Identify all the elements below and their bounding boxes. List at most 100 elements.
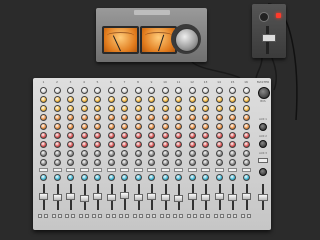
gain-knob[interactable] xyxy=(202,87,209,94)
eq-high-mid-knob[interactable] xyxy=(148,105,155,112)
eq-high-knob[interactable] xyxy=(67,96,74,103)
eq-low-freq-knob[interactable] xyxy=(229,141,236,148)
eq-mid-knob[interactable] xyxy=(121,114,128,121)
master-aux-knob[interactable] xyxy=(259,123,267,131)
eq-high-mid-knob[interactable] xyxy=(229,105,236,112)
gain-knob[interactable] xyxy=(161,87,169,94)
mute-button[interactable] xyxy=(159,214,164,218)
eq-low-knob[interactable] xyxy=(80,132,88,139)
pan-knob[interactable] xyxy=(202,174,209,181)
eq-low-knob[interactable] xyxy=(40,132,47,139)
pan-knob[interactable] xyxy=(188,174,196,181)
eq-high-knob[interactable] xyxy=(80,96,88,103)
eq-high-knob[interactable] xyxy=(121,96,128,103)
channel-fader[interactable] xyxy=(241,193,251,200)
channel-fader[interactable] xyxy=(187,193,197,200)
eq-low-freq-knob[interactable] xyxy=(121,141,128,148)
solo-button[interactable] xyxy=(125,214,129,218)
channel-fader[interactable] xyxy=(133,194,143,201)
eq-high-mid-knob[interactable] xyxy=(53,105,61,112)
channel-select-button[interactable] xyxy=(66,168,75,172)
eq-mid-knob[interactable] xyxy=(134,114,142,121)
channel-fader[interactable] xyxy=(201,194,210,201)
mute-button[interactable] xyxy=(213,214,218,218)
mute-button[interactable] xyxy=(132,214,137,218)
master-pan-knob[interactable] xyxy=(259,168,267,176)
mute-button[interactable] xyxy=(65,214,69,218)
solo-button[interactable] xyxy=(111,214,116,218)
channel-fader[interactable] xyxy=(214,193,224,200)
pan-knob[interactable] xyxy=(175,174,182,181)
eq-low-knob[interactable] xyxy=(188,132,196,139)
eq-mid-freq-knob[interactable] xyxy=(188,123,196,130)
eq-low-knob[interactable] xyxy=(134,132,142,139)
eq-mid-knob[interactable] xyxy=(94,114,101,121)
gain-knob[interactable] xyxy=(188,87,196,94)
eq-mid-freq-knob[interactable] xyxy=(148,123,155,130)
gain-knob[interactable] xyxy=(215,87,223,94)
eq-high-knob[interactable] xyxy=(40,96,47,103)
gain-knob[interactable] xyxy=(40,87,47,94)
pan-knob[interactable] xyxy=(121,174,128,181)
aux-2-knob[interactable] xyxy=(188,159,196,166)
eq-mid-knob[interactable] xyxy=(40,114,47,121)
eq-high-knob[interactable] xyxy=(53,96,61,103)
aux-2-knob[interactable] xyxy=(67,159,74,166)
eq-mid-freq-knob[interactable] xyxy=(242,123,250,130)
eq-high-knob[interactable] xyxy=(134,96,142,103)
eq-high-knob[interactable] xyxy=(175,96,182,103)
aux-1-knob[interactable] xyxy=(80,150,88,157)
pan-knob[interactable] xyxy=(94,174,101,181)
eq-high-knob[interactable] xyxy=(202,96,209,103)
solo-button[interactable] xyxy=(206,214,210,218)
eq-mid-knob[interactable] xyxy=(188,114,196,121)
channel-select-button[interactable] xyxy=(147,168,156,172)
aux-2-knob[interactable] xyxy=(175,159,182,166)
aux-1-knob[interactable] xyxy=(121,150,128,157)
eq-low-freq-knob[interactable] xyxy=(67,141,74,148)
eq-low-freq-knob[interactable] xyxy=(40,141,47,148)
eq-low-freq-knob[interactable] xyxy=(80,141,88,148)
eq-high-mid-knob[interactable] xyxy=(40,105,47,112)
mute-button[interactable] xyxy=(173,214,177,218)
channel-fader[interactable] xyxy=(66,193,75,200)
channel-select-button[interactable] xyxy=(39,168,48,172)
aux-2-knob[interactable] xyxy=(53,159,61,166)
solo-button[interactable] xyxy=(246,214,251,218)
master-switch[interactable] xyxy=(258,158,268,163)
eq-mid-knob[interactable] xyxy=(202,114,209,121)
channel-fader[interactable] xyxy=(120,192,129,199)
gain-knob[interactable] xyxy=(80,87,88,94)
eq-high-mid-knob[interactable] xyxy=(121,105,128,112)
aux-1-knob[interactable] xyxy=(242,150,250,157)
aux-1-knob[interactable] xyxy=(40,150,47,157)
channel-fader[interactable] xyxy=(106,194,116,201)
channel-fader[interactable] xyxy=(39,193,48,200)
solo-button[interactable] xyxy=(233,214,237,218)
eq-low-freq-knob[interactable] xyxy=(134,141,142,148)
aux-2-knob[interactable] xyxy=(121,159,128,166)
eq-high-mid-knob[interactable] xyxy=(94,105,101,112)
master-aux-knob[interactable] xyxy=(259,140,267,148)
aux-1-knob[interactable] xyxy=(148,150,155,157)
eq-mid-freq-knob[interactable] xyxy=(53,123,61,130)
channel-select-button[interactable] xyxy=(174,168,183,172)
master-fader[interactable] xyxy=(258,194,268,201)
pan-knob[interactable] xyxy=(134,174,142,181)
aux-2-knob[interactable] xyxy=(148,159,155,166)
eq-low-knob[interactable] xyxy=(121,132,128,139)
mute-button[interactable] xyxy=(119,214,123,218)
eq-high-mid-knob[interactable] xyxy=(67,105,74,112)
eq-high-mid-knob[interactable] xyxy=(175,105,182,112)
eq-low-knob[interactable] xyxy=(242,132,250,139)
eq-low-knob[interactable] xyxy=(202,132,209,139)
solo-button[interactable] xyxy=(192,214,197,218)
aux-1-knob[interactable] xyxy=(53,150,61,157)
channel-select-button[interactable] xyxy=(106,168,116,172)
eq-low-freq-knob[interactable] xyxy=(215,141,223,148)
eq-low-freq-knob[interactable] xyxy=(53,141,61,148)
eq-high-knob[interactable] xyxy=(229,96,236,103)
eq-low-knob[interactable] xyxy=(175,132,182,139)
pan-knob[interactable] xyxy=(67,174,74,181)
eq-high-mid-knob[interactable] xyxy=(80,105,88,112)
